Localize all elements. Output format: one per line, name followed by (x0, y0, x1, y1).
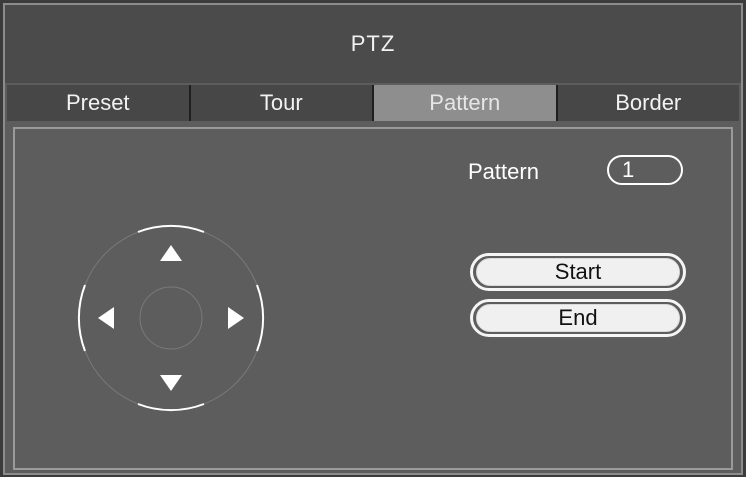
left-arrow-icon[interactable] (98, 307, 114, 329)
window-title: PTZ (5, 5, 741, 83)
pattern-number-field[interactable]: 1 (607, 155, 683, 185)
arc-left (77, 284, 86, 352)
arc-right (256, 284, 265, 352)
tab-bar: Preset Tour Pattern Border (7, 85, 739, 121)
direction-pad (77, 224, 265, 412)
tab-tour[interactable]: Tour (190, 85, 372, 121)
end-button[interactable]: End (470, 299, 686, 337)
ptz-window: PTZ Preset Tour Pattern Border Pattern 1 (3, 3, 743, 475)
right-arrow-icon[interactable] (228, 307, 244, 329)
arc-top (137, 224, 205, 233)
pattern-panel: Pattern 1 Start End (13, 127, 733, 470)
up-arrow-icon[interactable] (160, 245, 182, 261)
end-button-label: End (558, 305, 598, 330)
center-button[interactable] (139, 286, 203, 350)
pattern-label: Pattern (468, 159, 539, 184)
start-button[interactable]: Start (470, 253, 686, 291)
down-arrow-icon[interactable] (160, 375, 182, 391)
start-button-label: Start (554, 259, 602, 284)
arc-bottom (137, 403, 205, 412)
tab-pattern[interactable]: Pattern (374, 85, 556, 121)
tab-preset[interactable]: Preset (7, 85, 189, 121)
tab-border[interactable]: Border (557, 85, 739, 121)
